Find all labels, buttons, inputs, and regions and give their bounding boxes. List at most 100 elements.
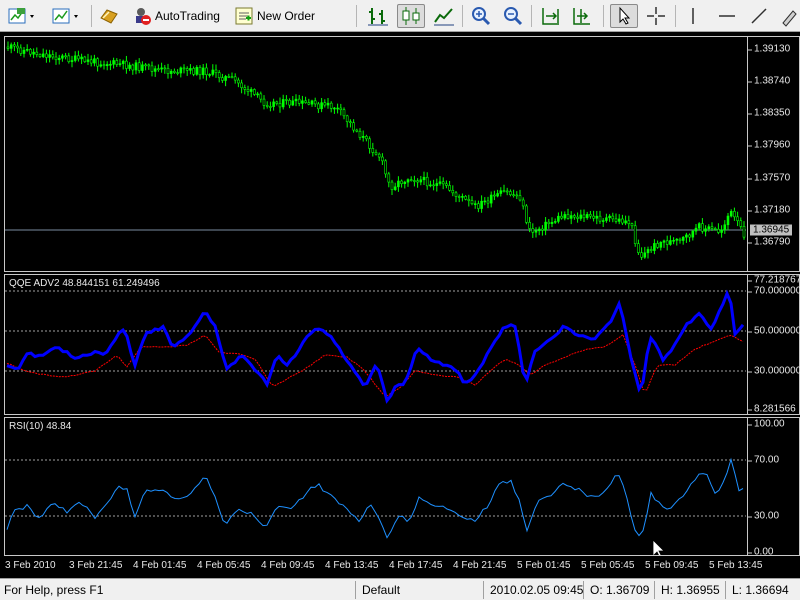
candle-body — [425, 176, 429, 187]
candle-body — [736, 216, 739, 222]
time-axis[interactable]: 3 Feb 2010 3 Feb 21:45 4 Feb 01:45 4 Feb… — [0, 556, 800, 578]
candle-body — [371, 148, 375, 153]
pencil-icon — [782, 10, 797, 27]
time-label: 4 Feb 05:45 — [197, 560, 251, 571]
market-watch-button[interactable] — [98, 4, 120, 28]
candle-body — [93, 58, 96, 64]
zoom-out-button[interactable] — [502, 4, 524, 28]
candle-body — [419, 179, 423, 183]
candle-body — [621, 218, 624, 224]
candle-body — [275, 101, 279, 104]
candle-body — [291, 100, 295, 106]
candle-body — [377, 153, 381, 158]
chart-shift-icon — [573, 8, 590, 25]
autotrading-button[interactable]: AutoTrading — [132, 4, 220, 28]
candle-body — [611, 215, 615, 220]
candle-body — [448, 185, 451, 191]
candle-body — [38, 54, 42, 57]
candle-body — [272, 101, 275, 107]
rsi-label: 70.00 — [747, 454, 780, 466]
candle-body — [662, 240, 666, 243]
rsi-plot — [5, 457, 746, 555]
rsi-axis[interactable]: 100.00 70.00 30.00 0.00 — [747, 418, 800, 558]
time-label: 4 Feb 17:45 — [389, 560, 443, 571]
price-label: 1.38350 — [747, 107, 791, 119]
candle-body — [253, 89, 256, 95]
candle-body — [355, 129, 359, 132]
candle-body — [483, 200, 487, 203]
candle-body — [710, 226, 714, 229]
trendline-button[interactable] — [748, 4, 770, 28]
candle-body — [128, 64, 131, 69]
rsi-title: RSI(10) 48.84 — [9, 421, 72, 432]
zoom-in-button[interactable] — [470, 4, 492, 28]
candle-body — [531, 228, 535, 233]
chart-shift-button[interactable] — [571, 4, 593, 28]
auto-scroll-button[interactable] — [540, 4, 562, 28]
candle-body — [288, 100, 291, 106]
candle-body — [595, 215, 599, 219]
price-axis[interactable]: 1.39130 1.38740 1.38350 1.37960 1.37570 … — [747, 37, 800, 271]
horizontal-line-button[interactable] — [716, 4, 738, 28]
new-chart-button[interactable] — [8, 4, 38, 28]
candle-body — [361, 136, 365, 138]
candle-body — [61, 55, 64, 59]
open-price: O: 1.36709 — [590, 583, 650, 597]
line-chart-button[interactable] — [432, 4, 456, 28]
candle-body — [224, 76, 227, 81]
candle-body — [467, 198, 471, 201]
candle-body — [704, 228, 707, 232]
cursor-button[interactable] — [610, 4, 638, 28]
new-order-button[interactable]: New Order — [234, 4, 315, 28]
candle-body — [739, 220, 743, 227]
candle-body — [297, 98, 301, 104]
candle-body — [320, 102, 323, 110]
chart-window[interactable]: 1.39130 1.38740 1.38350 1.37960 1.37570 … — [0, 32, 800, 578]
cursor-arrow-icon — [619, 6, 631, 25]
candle-body — [486, 200, 490, 204]
candle-body — [182, 67, 186, 70]
time-label: 4 Feb 01:45 — [133, 560, 187, 571]
candle-body — [358, 130, 362, 138]
bar-chart-icon — [368, 8, 388, 26]
candle-body — [723, 224, 727, 231]
candle-body — [445, 183, 448, 186]
autotrading-label: AutoTrading — [155, 9, 220, 23]
candle-body — [387, 173, 391, 183]
candle-body — [22, 49, 26, 54]
candle-body — [589, 214, 592, 217]
candle-body — [528, 222, 531, 229]
candle-body — [525, 205, 528, 223]
candle-body — [176, 72, 179, 74]
candle-body — [77, 55, 80, 60]
candle-body — [416, 180, 419, 183]
time-label: 5 Feb 13:45 — [709, 560, 763, 571]
qqe-indicator-pane[interactable]: QQE ADV2 48.844151 61.249496 77.218767 7… — [4, 274, 800, 415]
time-label: 4 Feb 13:45 — [325, 560, 379, 571]
qqe-axis[interactable]: 77.218767 70.000000 50.000000 30.000000 … — [747, 275, 800, 415]
candle-body — [304, 100, 307, 103]
candlestick-button[interactable] — [397, 4, 425, 28]
candle-body — [563, 214, 567, 219]
vertical-line-button[interactable] — [683, 4, 703, 28]
bar-chart-button[interactable] — [366, 4, 390, 28]
profiles-button[interactable] — [52, 4, 82, 28]
candle-body — [240, 82, 243, 88]
candle-body — [697, 223, 701, 229]
line-chart-icon — [434, 8, 454, 26]
crosshair-button[interactable] — [645, 4, 667, 28]
candle-body — [582, 214, 586, 219]
candle-body — [217, 72, 221, 78]
candle-body — [717, 228, 720, 233]
profile-name[interactable]: Default — [358, 579, 400, 600]
candle-body — [438, 181, 442, 184]
candle-body — [102, 64, 106, 67]
candle-body — [185, 68, 189, 71]
rsi-label: 100.00 — [748, 418, 785, 430]
rsi-indicator-pane[interactable]: RSI(10) 48.84 100.00 70.00 30.00 0.00 — [4, 417, 800, 558]
drawing-tools-button[interactable] — [780, 4, 798, 28]
main-price-pane[interactable]: 1.39130 1.38740 1.38350 1.37960 1.37570 … — [4, 36, 800, 272]
candle-body — [147, 64, 151, 67]
candle-body — [16, 45, 19, 49]
time-label: 5 Feb 05:45 — [581, 560, 635, 571]
